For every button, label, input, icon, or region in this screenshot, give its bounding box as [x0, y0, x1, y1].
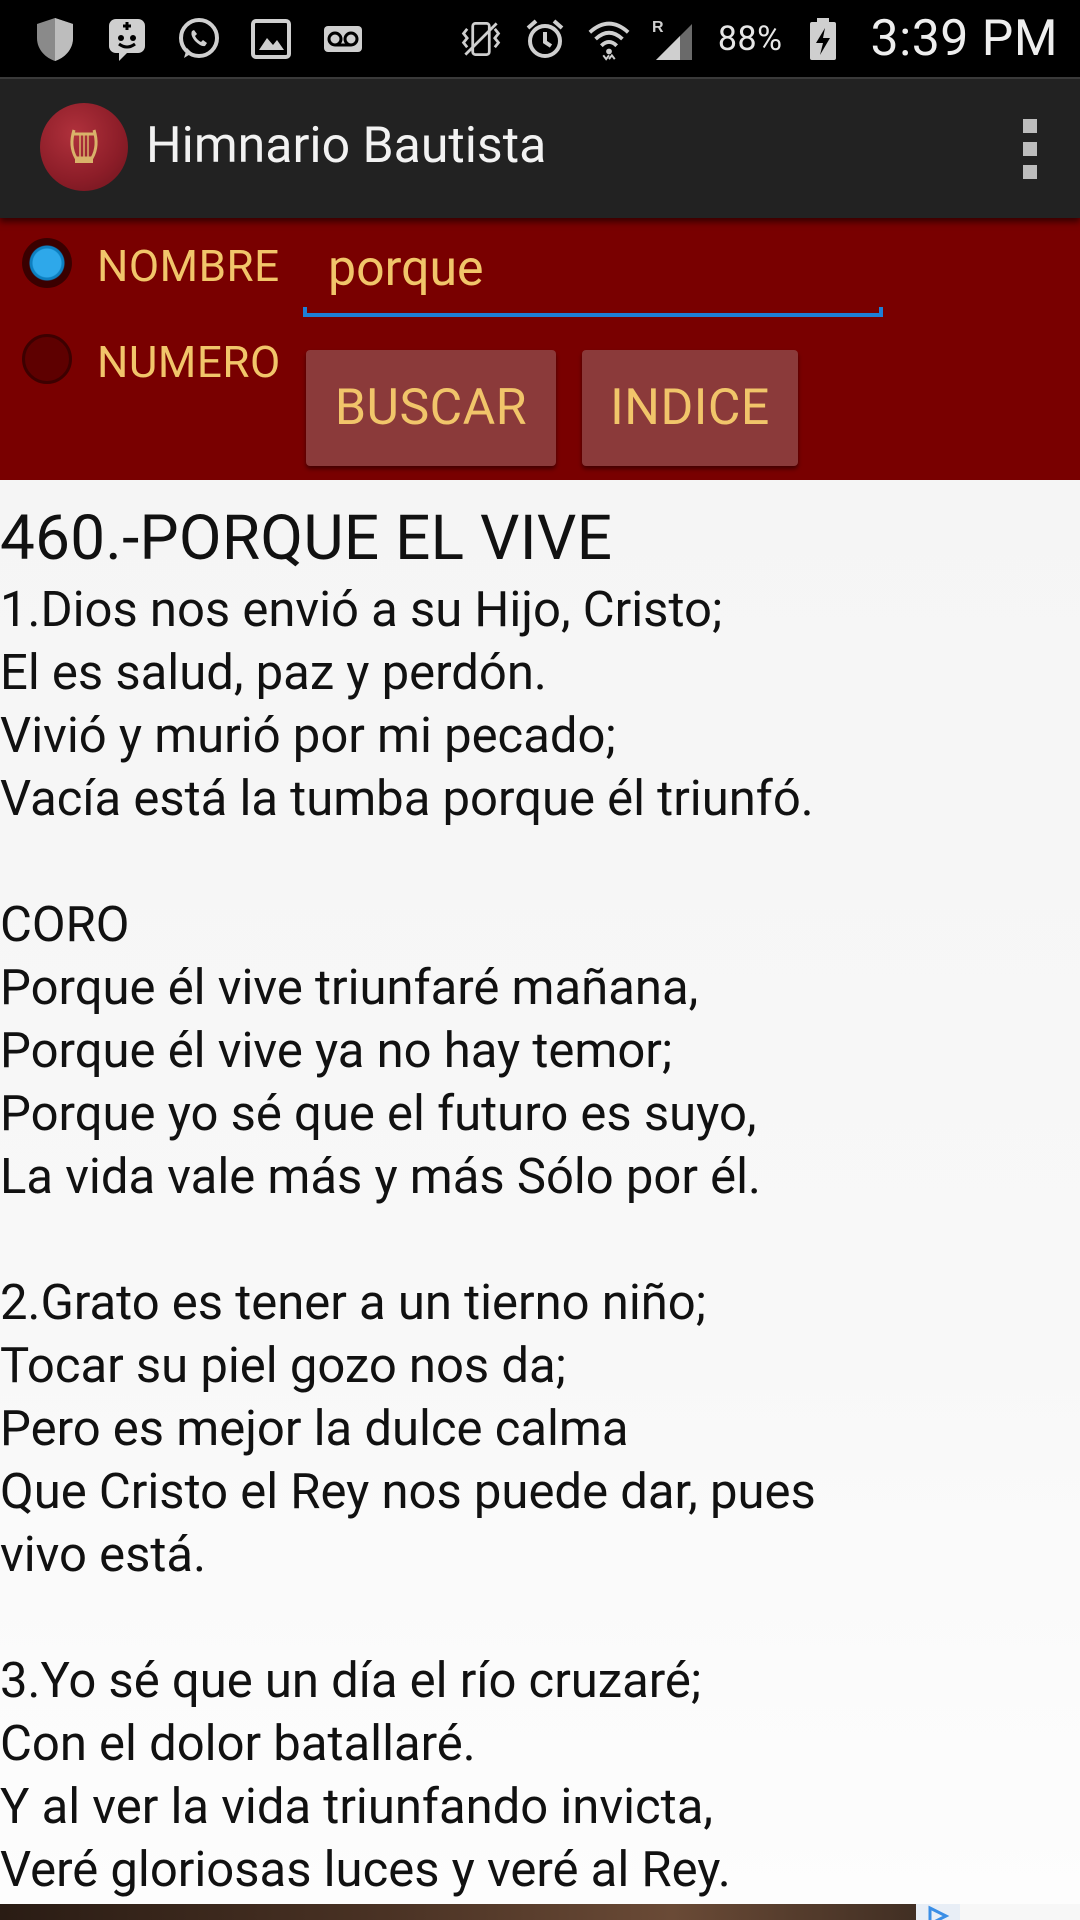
- notification-icons: [32, 16, 366, 62]
- ad-banner[interactable]: [0, 1904, 960, 1920]
- radio-numero[interactable]: [22, 334, 72, 384]
- radio-nombre-label[interactable]: NOMBRE: [97, 240, 280, 292]
- image-icon: [248, 16, 294, 62]
- lyric-line: [0, 1586, 816, 1649]
- overflow-menu-icon[interactable]: [1018, 119, 1042, 179]
- action-bar: Himnario Bautista: [0, 77, 1080, 218]
- shield-icon: [32, 16, 78, 62]
- lyre-logo-icon[interactable]: [40, 103, 128, 191]
- lyric-line: Veré gloriosas luces y veré al Rey.: [0, 1841, 731, 1898]
- status-time: 3:39 PM: [870, 9, 1058, 68]
- search-input-underline: [303, 307, 883, 317]
- lyric-line: vivo está.: [0, 1526, 207, 1583]
- bbm-icon: [104, 16, 150, 62]
- lyric-line: [0, 1208, 816, 1271]
- hymn-lyrics: 1.Dios nos envió a su Hijo, Cristo; El e…: [0, 578, 816, 1901]
- voicemail-icon: [320, 16, 366, 62]
- alarm-icon: [522, 16, 568, 62]
- hymn-content[interactable]: 460.-PORQUE EL VIVE 1.Dios nos envió a s…: [0, 480, 1080, 1904]
- signal-roaming-icon: R: [650, 16, 696, 62]
- whatsapp-icon: [176, 16, 222, 62]
- lyric-line: Que Cristo el Rey nos puede dar, pues: [0, 1463, 816, 1520]
- battery-charging-icon: [800, 16, 846, 62]
- lyric-line: El es salud, paz y perdón.: [0, 644, 547, 701]
- radio-numero-label[interactable]: NUMERO: [97, 336, 281, 388]
- lyric-line: 2.Grato es tener a un tierno niño;: [0, 1274, 707, 1331]
- svg-text:R: R: [652, 19, 664, 36]
- lyric-line: Tocar su piel gozo nos da;: [0, 1337, 567, 1394]
- search-panel: NOMBRE NUMERO BUSCAR INDICE: [0, 218, 1080, 480]
- lyric-line: Vivió y murió por mi pecado;: [0, 707, 616, 764]
- lyric-line: Y al ver la vida triunfando invicta,: [0, 1778, 713, 1835]
- search-input[interactable]: [304, 238, 882, 300]
- search-button[interactable]: BUSCAR: [306, 350, 556, 466]
- adchoices-icon[interactable]: [916, 1904, 960, 1920]
- app-title: Himnario Bautista: [146, 117, 547, 175]
- lyric-line: 3.Yo sé que un día el río cruzaré;: [0, 1652, 702, 1709]
- lyric-line: Con el dolor batallaré.: [0, 1715, 476, 1772]
- lyric-line: Porque él vive triunfaré mañana,: [0, 959, 699, 1016]
- index-button[interactable]: INDICE: [582, 350, 798, 466]
- lyric-line: Porque él vive ya no hay temor;: [0, 1022, 673, 1079]
- lyric-line: Porque yo sé que el futuro es suyo,: [0, 1085, 757, 1142]
- battery-percentage: 88%: [717, 18, 783, 59]
- lyric-line: Pero es mejor la dulce calma: [0, 1400, 629, 1457]
- lyric-line: CORO: [0, 896, 130, 953]
- radio-nombre[interactable]: [22, 238, 72, 288]
- wifi-icon: [586, 16, 632, 62]
- lyric-line: La vida vale más y más Sólo por él.: [0, 1148, 761, 1205]
- lyric-line: [0, 830, 816, 893]
- system-icons: R 88% 3:39 PM: [458, 10, 1058, 68]
- vibrate-icon: [458, 16, 504, 62]
- lyric-line: Vacía está la tumba porque él triunfó.: [0, 770, 814, 827]
- status-bar: R 88% 3:39 PM: [0, 0, 1080, 77]
- lyric-line: 1.Dios nos envió a su Hijo, Cristo;: [0, 581, 723, 638]
- hymn-title: 460.-PORQUE EL VIVE: [0, 502, 613, 575]
